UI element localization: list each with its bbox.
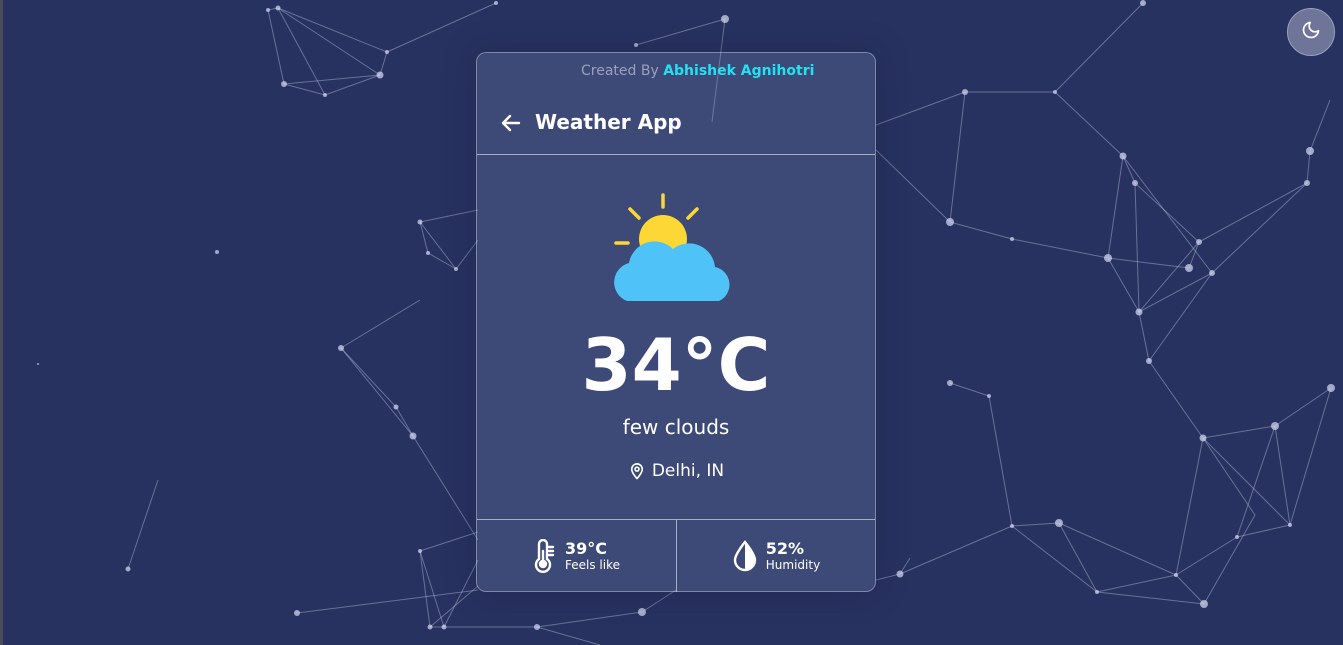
moon-icon [1301,20,1321,44]
theme-toggle-button[interactable] [1287,8,1335,56]
credit-author: Abhishek Agnihotri [663,63,815,79]
map-pin-icon [628,461,646,481]
location: Delhi, IN [477,461,875,481]
credit-prefix: Created By [581,63,659,79]
card-header: Weather App [477,99,875,155]
location-name: Delhi, IN [651,461,725,481]
arrow-left-icon [501,114,521,132]
humidity-label: Humidity [765,558,821,572]
thermometer-icon [533,539,557,573]
feels-like-value: 39°C [565,539,608,558]
humidity-stat: 52% Humidity [676,520,875,592]
feels-like-text: 39°C Feels like [565,539,620,573]
page-title: Weather App [535,110,682,134]
humidity-value: 52% [765,539,805,558]
weather-card: Created By Abhishek Agnihotri Weather Ap… [476,52,876,592]
back-button[interactable] [499,111,523,135]
droplet-icon [732,540,758,572]
feels-like-stat: 39°C Feels like [477,520,676,592]
credit-line: Created By Abhishek Agnihotri [581,63,814,79]
temperature-value: 34°C [581,323,771,407]
stats-footer: 39°C Feels like 52% Humidity [477,519,875,592]
weather-description: few clouds [622,415,730,439]
sun-behind-cloud-icon [611,191,741,310]
humidity-text: 52% Humidity [765,539,821,573]
feels-like-label: Feels like [565,558,620,572]
